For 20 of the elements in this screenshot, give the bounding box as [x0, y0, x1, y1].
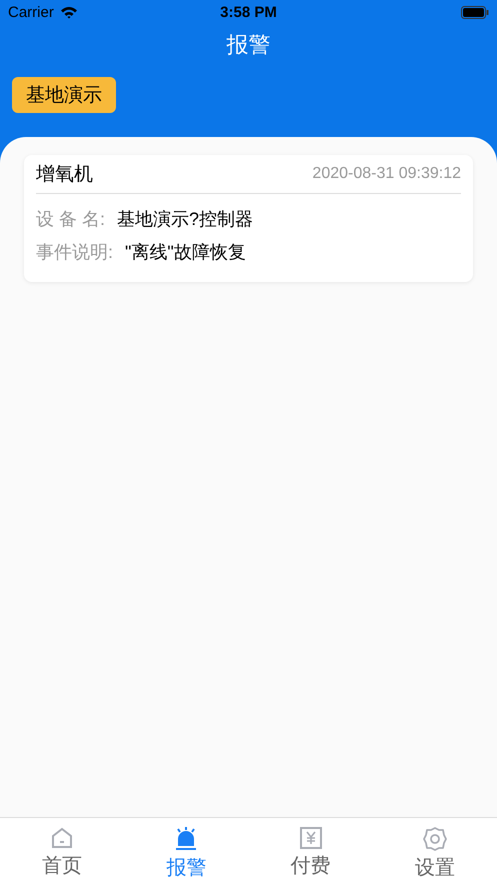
- carrier-label: Carrier: [8, 4, 54, 21]
- tab-bar-item[interactable]: 报警: [124, 818, 248, 883]
- tab-bar-item[interactable]: 付费: [248, 818, 373, 883]
- tab-bar-item[interactable]: 设置: [372, 818, 497, 883]
- base-filter-button[interactable]: 基地演示: [12, 77, 116, 113]
- field-value: 基地演示?控制器: [117, 208, 254, 230]
- alarm-card[interactable]: 增氧机 2020-08-31 09:39:12 设 备 名: 基地演示?控制器 事件说明: "离线"故障恢复: [24, 155, 473, 282]
- battery-icon: [460, 6, 489, 19]
- wifi-icon: [60, 6, 78, 19]
- page-title: 报警: [226, 31, 270, 59]
- alarm-time: 2020-08-31 09:39:12: [312, 165, 461, 183]
- clock-time: 3:58 PM: [220, 4, 277, 21]
- house-icon: [50, 826, 74, 850]
- field-value: "离线"故障恢复: [125, 240, 246, 264]
- yen-icon: [298, 826, 323, 850]
- tab-bar-item[interactable]: 首页: [0, 818, 124, 883]
- settings-icon: [422, 826, 448, 852]
- field-label: 设 备 名:: [36, 208, 106, 230]
- device-type: 增氧机: [36, 163, 93, 187]
- field-label: 事件说明:: [36, 240, 114, 264]
